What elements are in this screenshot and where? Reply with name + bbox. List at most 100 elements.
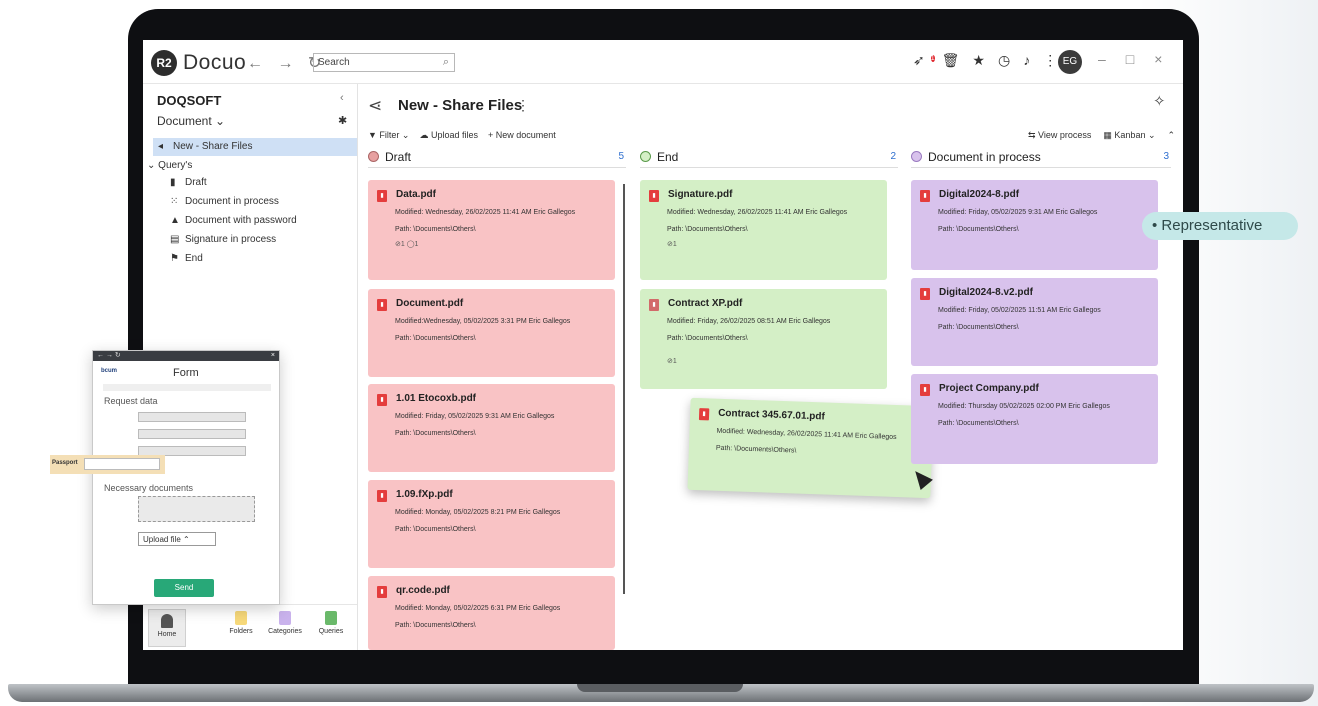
filter-icon: ▼	[368, 130, 380, 140]
search-input[interactable]: Search ⌕	[313, 53, 455, 72]
nav-queries[interactable]: Queries	[311, 611, 351, 635]
card-modified: Modified: Wednesday, 26/02/2025 11:41 AM…	[395, 209, 576, 216]
column-name: Draft	[385, 150, 412, 164]
upload-icon: ☁	[419, 130, 431, 140]
sidebar-item-draft[interactable]: ▮ Draft	[170, 177, 207, 188]
card-filename: Document.pdf	[396, 298, 464, 309]
document-card[interactable]: ▮ Project Company.pdf Modified: Thursday…	[911, 374, 1158, 464]
column-name: Document in process	[928, 150, 1041, 164]
pdf-icon: ▮	[377, 190, 387, 202]
pdf-signed-icon: ▮	[649, 299, 659, 311]
card-path: Path: \Documents\Others\	[395, 526, 476, 533]
card-meta: ⊘1	[667, 358, 677, 365]
document-card[interactable]: ▮ Contract XP.pdf Modified: Friday, 26/0…	[640, 289, 887, 389]
column-dot	[911, 151, 922, 162]
upload-label: Upload file	[143, 535, 181, 544]
chevron-up-icon[interactable]: ⌃	[1168, 130, 1176, 141]
card-filename: 1.09.fXp.pdf	[396, 489, 453, 500]
sidebar-item-label: Signature in process	[185, 234, 277, 245]
send-button[interactable]: Send	[154, 579, 214, 597]
collapse-sidebar-icon[interactable]: ‹	[340, 92, 344, 104]
signature-icon: ▤	[170, 234, 180, 245]
sidebar-item-signature-in-process[interactable]: ▤ Signature in process	[170, 234, 276, 245]
logo-mark: R2	[151, 50, 177, 76]
nav-folders[interactable]: Folders	[221, 611, 261, 635]
upload-files-button[interactable]: ☁ Upload files	[419, 130, 478, 141]
card-path: Path: \Documents\Others\	[715, 444, 797, 455]
kanban-label: Kanban ⌄	[1114, 130, 1156, 140]
card-meta: ⊘1	[667, 241, 677, 248]
card-filename: Digital2024-8.v2.pdf	[939, 287, 1033, 298]
sidebar-item-document-in-process[interactable]: ⁙ Document in process	[170, 196, 279, 207]
search-icon[interactable]: ⌕	[443, 56, 449, 69]
card-path: Path: \Documents\Others\	[395, 335, 476, 342]
card-meta: ⊘1 ◯1	[395, 241, 419, 248]
more-vertical-icon[interactable]: ⋮	[1043, 52, 1057, 69]
column-dot	[368, 151, 379, 162]
nav-label: Home	[157, 631, 177, 638]
close-icon[interactable]: ×	[1154, 51, 1162, 67]
form-field[interactable]	[138, 429, 246, 439]
new-document-label: New document	[495, 130, 556, 140]
column-scrollbar[interactable]	[623, 184, 625, 594]
star-icon[interactable]: ★	[972, 52, 985, 69]
query-icon	[325, 611, 337, 625]
chevron-down-icon: ⌄	[147, 160, 159, 171]
column-count: 3	[1163, 151, 1169, 162]
document-card[interactable]: ▮ Data.pdf Modified: Wednesday, 26/02/20…	[368, 180, 615, 280]
document-card[interactable]: ▮ 1.09.fXp.pdf Modified: Monday, 05/02/2…	[368, 480, 615, 568]
search-placeholder: Search	[318, 57, 350, 68]
document-card[interactable]: ▮ qr.code.pdf Modified: Monday, 05/02/20…	[368, 576, 615, 650]
dragged-document-card[interactable]: ▮ Contract 345.67.01.pdf Modified: Wedne…	[687, 397, 934, 499]
document-dropzone[interactable]	[138, 496, 255, 522]
clock-icon[interactable]: ◷	[998, 52, 1010, 69]
lock-icon: ▲	[170, 215, 180, 226]
passport-field-row: Passport	[50, 455, 165, 474]
card-filename: Data.pdf	[396, 189, 436, 200]
form-field[interactable]	[138, 412, 246, 422]
card-modified: Modified: Friday, 05/02/2025 11:51 AM Er…	[938, 307, 1101, 314]
bell-icon[interactable]: ♪	[1023, 52, 1030, 69]
card-filename: Digital2024-8.pdf	[939, 189, 1020, 200]
bottom-nav: Home Folders Categories Queries	[143, 604, 357, 650]
new-document-button[interactable]: + New document	[488, 130, 556, 141]
document-card[interactable]: ▮ Digital2024-8.pdf Modified: Friday, 05…	[911, 180, 1158, 270]
document-card[interactable]: ▮ Signature.pdf Modified: Wednesday, 26/…	[640, 180, 887, 280]
kanban-button[interactable]: ▦ Kanban ⌄	[1103, 130, 1155, 141]
form-nav-arrows[interactable]: ← → ↻	[97, 352, 121, 359]
spinner-icon: ⁙	[170, 196, 179, 207]
card-filename: qr.code.pdf	[396, 585, 450, 596]
maximize-icon[interactable]: □	[1126, 51, 1134, 67]
upload-file-button[interactable]: Upload file ⌃	[138, 532, 216, 546]
column-count: 2	[890, 151, 896, 162]
sidebar-item-new-share-files[interactable]: ◂ New - Share Files	[153, 138, 357, 156]
share-icon: ⋖	[368, 96, 383, 115]
sidebar-item-document-with-password[interactable]: ▲ Document with password	[170, 215, 297, 226]
filter-button[interactable]: ▼ Filter ⌄	[368, 130, 409, 141]
sidebar-item-label: Document in process	[185, 196, 279, 207]
sparkle-icon[interactable]: ✧	[1153, 92, 1166, 110]
rocket-icon[interactable]: ➶ 1	[913, 52, 935, 69]
document-card[interactable]: ▮ Digital2024-8.v2.pdf Modified: Friday,…	[911, 278, 1158, 366]
close-icon[interactable]: ×	[271, 351, 275, 361]
sidebar-group-queries[interactable]: ⌄ Query's	[147, 160, 192, 171]
document-card[interactable]: ▮ Document.pdf Modified:Wednesday, 05/02…	[368, 289, 615, 377]
view-process-button[interactable]: ⇆ View process	[1028, 130, 1091, 141]
sidebar-item-end[interactable]: ⚑ End	[170, 253, 203, 264]
nav-home[interactable]: Home	[148, 609, 186, 647]
passport-input[interactable]	[84, 458, 160, 470]
window-controls: – □ ×	[1098, 51, 1162, 67]
document-selector[interactable]: Document ⌄	[157, 114, 225, 128]
more-vertical-icon[interactable]: ⋮	[516, 97, 530, 114]
nav-categories[interactable]: Categories	[265, 611, 305, 635]
minimize-icon[interactable]: –	[1098, 51, 1106, 67]
toolbar: ▼ Filter ⌄ ☁ Upload files + New document	[368, 130, 556, 141]
process-icon: ⇆	[1028, 130, 1039, 140]
document-card[interactable]: ▮ 1.01 Etocoxb.pdf Modified: Friday, 05/…	[368, 384, 615, 472]
card-path: Path: \Documents\Others\	[938, 324, 1019, 331]
sidebar-item-label: Document with password	[185, 215, 297, 226]
trash-icon[interactable]: 🗑	[942, 52, 960, 69]
gear-icon[interactable]: ✱	[338, 114, 347, 127]
avatar[interactable]: EG	[1058, 50, 1082, 74]
card-filename: Contract XP.pdf	[668, 298, 743, 309]
